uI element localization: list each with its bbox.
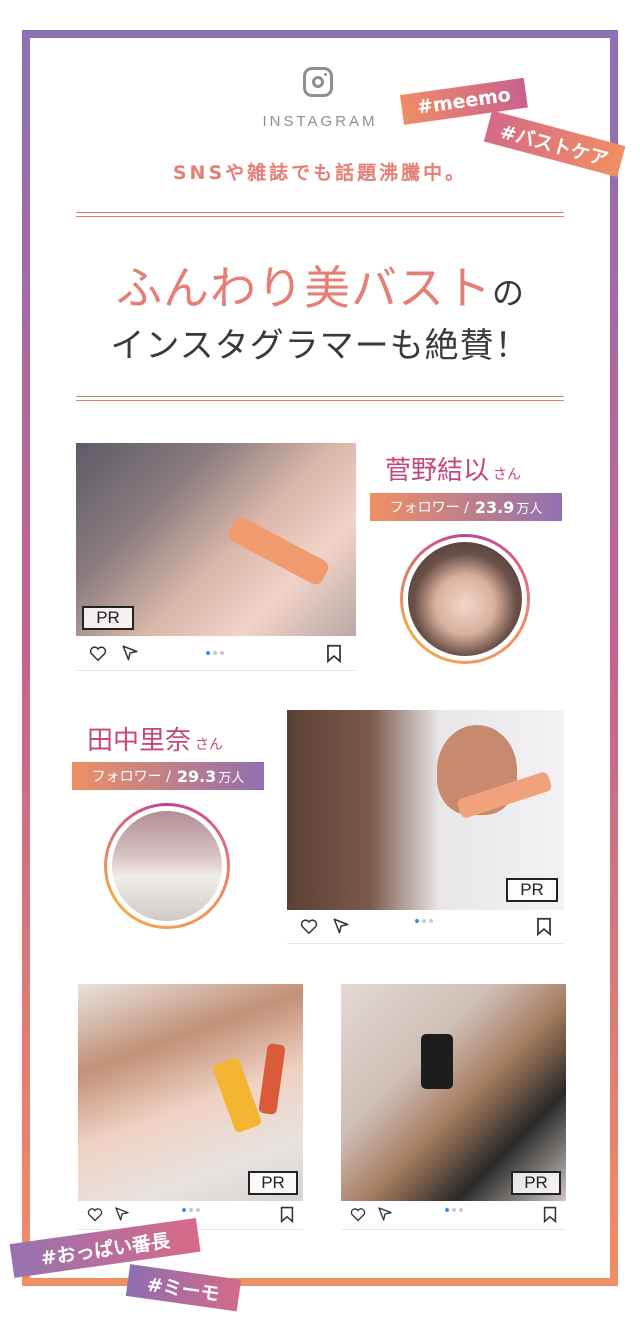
- heart-icon[interactable]: [350, 1207, 366, 1222]
- headline-pink: ふんわり美バスト: [115, 261, 492, 315]
- followers-label: フォロワー /: [389, 500, 469, 516]
- headline-line1: ふんわり美バストの: [70, 252, 570, 318]
- heart-icon[interactable]: [87, 1207, 103, 1222]
- follower-count-badge: フォロワー / 29.3 万人: [72, 762, 264, 790]
- headline-particle: の: [491, 274, 524, 312]
- product-tube: [226, 514, 331, 588]
- post-action-bar: [287, 910, 564, 944]
- instagram-post[interactable]: PR: [76, 443, 356, 671]
- follower-count-badge: フォロワー / 23.9 万人: [370, 493, 562, 521]
- influencer-name: 菅野結以 さん: [385, 450, 521, 487]
- divider-top: [76, 212, 564, 217]
- carousel-dots: [182, 1208, 200, 1212]
- avatar[interactable]: [104, 803, 230, 929]
- carousel-dots: [206, 651, 224, 655]
- instagram-post[interactable]: PR: [78, 984, 303, 1230]
- send-icon[interactable]: [114, 1206, 130, 1222]
- smartphone: [421, 1034, 453, 1089]
- headline-line2: インスタグラマーも絶賛！: [110, 326, 530, 366]
- post-action-bar: [76, 636, 356, 671]
- influencer-name-text: 菅野結以: [385, 456, 490, 486]
- pr-badge: PR: [511, 1171, 561, 1195]
- divider-bottom: [76, 396, 564, 401]
- followers-unit: 万人: [516, 501, 543, 517]
- bookmark-icon[interactable]: [543, 1206, 557, 1223]
- followers-number: 23.9: [474, 497, 515, 517]
- post-photo: [78, 984, 303, 1201]
- heart-icon[interactable]: [89, 645, 107, 662]
- honorific: さん: [493, 467, 522, 483]
- bookmark-icon[interactable]: [326, 644, 342, 663]
- sns-tagline: SNSや雑誌でも話題沸騰中。: [172, 162, 468, 184]
- bookmark-icon[interactable]: [280, 1206, 294, 1223]
- bookmark-icon[interactable]: [536, 917, 552, 936]
- followers-unit: 万人: [218, 770, 245, 786]
- pr-badge: PR: [82, 606, 134, 630]
- pr-badge: PR: [248, 1171, 298, 1195]
- carousel-dots: [445, 1208, 463, 1212]
- influencer-name: 田中里奈 さん: [87, 720, 223, 757]
- instagram-post[interactable]: PR: [287, 710, 564, 944]
- honorific: さん: [195, 737, 224, 753]
- product-stick: [211, 1056, 263, 1134]
- instagram-icon: [303, 67, 333, 97]
- post-action-bar: [341, 1201, 566, 1230]
- followers-label: フォロワー /: [91, 769, 171, 785]
- send-icon[interactable]: [332, 917, 350, 935]
- instagram-label: INSTAGRAM: [262, 113, 378, 130]
- followers-number: 29.3: [176, 766, 217, 786]
- heart-icon[interactable]: [300, 918, 318, 935]
- post-photo: [341, 984, 566, 1201]
- send-icon[interactable]: [377, 1206, 393, 1222]
- send-icon[interactable]: [121, 644, 139, 662]
- product-stick: [258, 1043, 286, 1115]
- avatar[interactable]: [400, 534, 530, 664]
- carousel-dots: [415, 919, 433, 923]
- pr-badge: PR: [506, 878, 558, 902]
- instagram-post[interactable]: PR: [341, 984, 566, 1230]
- influencer-name-text: 田中里奈: [87, 726, 192, 756]
